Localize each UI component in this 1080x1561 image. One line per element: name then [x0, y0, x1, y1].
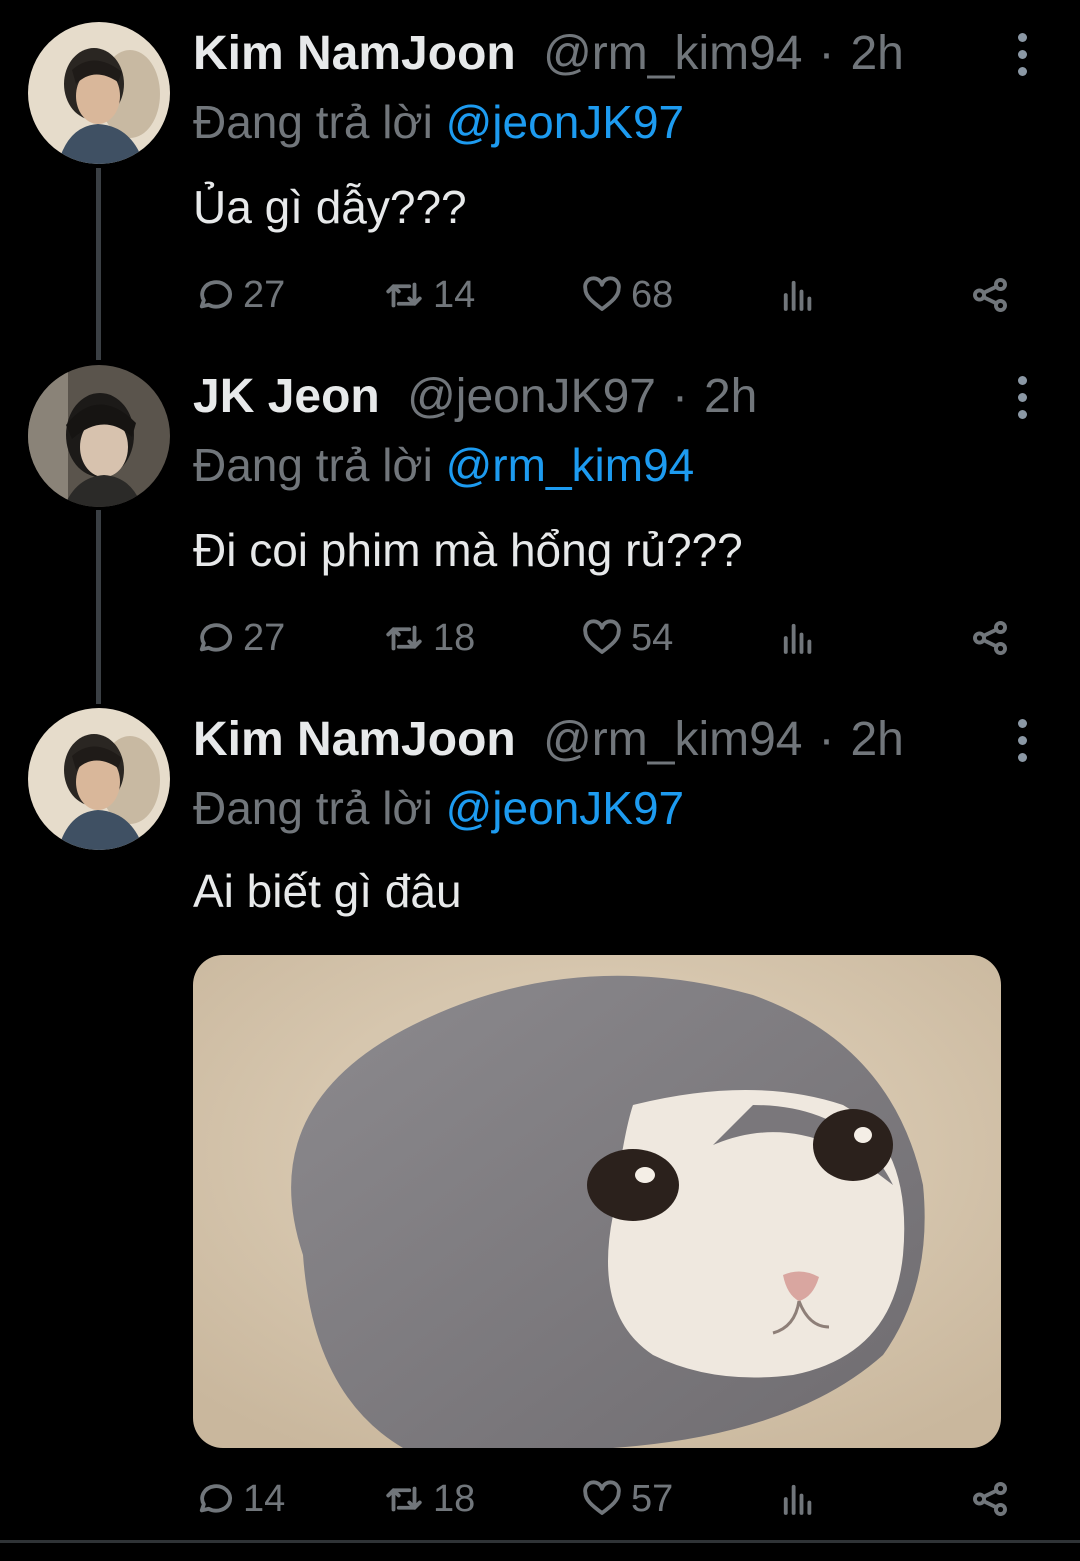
replying-to: Đang trả lời @jeonJK97	[193, 778, 684, 838]
like-count: 68	[631, 273, 674, 316]
retweet-button[interactable]: 14	[383, 270, 475, 320]
tweet[interactable]: Kim NamJoon @rm_kim94 · 2h Đang trả lời @j…	[0, 0, 1080, 340]
tweet-header: JK Jeon @jeonJK97 · 2h	[193, 367, 757, 427]
vertical-ellipsis-icon	[1017, 375, 1027, 385]
user-handle[interactable]: @rm_kim94	[543, 27, 802, 80]
like-count: 54	[631, 616, 674, 659]
retweet-button[interactable]: 18	[383, 613, 475, 663]
avatar[interactable]	[28, 22, 170, 164]
share-button[interactable]	[969, 270, 1011, 320]
vertical-ellipsis-icon	[1017, 718, 1027, 728]
more-options-button[interactable]	[1006, 24, 1038, 84]
tweet[interactable]: JK Jeon @jeonJK97 · 2h Đang trả lời @rm_ki…	[0, 343, 1080, 683]
analytics-bars-icon	[783, 280, 812, 311]
retweet-button[interactable]: 18	[383, 1474, 475, 1524]
views-button[interactable]	[777, 1474, 819, 1524]
share-button[interactable]	[969, 613, 1011, 663]
reply-button[interactable]: 27	[193, 613, 285, 663]
share-button[interactable]	[969, 1474, 1011, 1524]
more-options-button[interactable]	[1006, 710, 1038, 770]
retweet-icon	[386, 625, 422, 651]
analytics-bars-icon	[783, 623, 812, 654]
analytics-bars-icon	[783, 1484, 812, 1515]
like-button[interactable]: 54	[581, 613, 673, 663]
avatar[interactable]	[28, 708, 170, 850]
like-button[interactable]: 68	[581, 270, 673, 320]
like-button[interactable]: 57	[581, 1474, 673, 1524]
separator-dot: ·	[818, 27, 835, 80]
cat-photo	[193, 955, 1001, 1448]
replying-to: Đang trả lời @jeonJK97	[193, 92, 684, 152]
more-options-button[interactable]	[1006, 367, 1038, 427]
separator-dot: ·	[818, 713, 835, 766]
reply-count: 27	[243, 616, 286, 659]
divider	[0, 1540, 1080, 1543]
avatar-image	[28, 708, 170, 850]
tweet-actions: 27 18 54	[193, 613, 1023, 663]
display-name[interactable]: Kim NamJoon	[193, 713, 516, 766]
display-name[interactable]: Kim NamJoon	[193, 27, 516, 80]
display-name[interactable]: JK Jeon	[193, 370, 380, 423]
timestamp[interactable]: 2h	[704, 370, 757, 423]
share-nodes-icon	[973, 1482, 1007, 1516]
tweet-text: Ai biết gì đâu	[193, 865, 462, 917]
avatar-image	[28, 365, 170, 507]
reply-count: 27	[243, 273, 286, 316]
speech-bubble-icon	[199, 1484, 233, 1513]
tweet-text: Ủa gì dẫy???	[193, 181, 467, 233]
reply-button[interactable]: 14	[193, 1474, 285, 1524]
replying-to-label: Đang trả lời	[193, 439, 433, 491]
reply-mention-link[interactable]: @jeonJK97	[446, 96, 685, 148]
reply-mention-link[interactable]: @jeonJK97	[446, 782, 685, 834]
heart-icon	[583, 276, 621, 311]
user-handle[interactable]: @jeonJK97	[407, 370, 656, 423]
views-button[interactable]	[777, 270, 819, 320]
share-nodes-icon	[973, 621, 1007, 655]
speech-bubble-icon	[199, 623, 233, 652]
retweet-count: 18	[433, 616, 476, 659]
reply-button[interactable]: 27	[193, 270, 285, 320]
tweet-text: Đi coi phim mà hổng rủ???	[193, 524, 743, 576]
heart-icon	[583, 1480, 621, 1515]
avatar-image	[28, 22, 170, 164]
timestamp[interactable]: 2h	[850, 713, 903, 766]
vertical-ellipsis-icon	[1017, 32, 1027, 42]
reply-count: 14	[243, 1477, 286, 1520]
retweet-icon	[386, 282, 422, 308]
tweet-media-image[interactable]	[193, 955, 1001, 1448]
retweet-count: 18	[433, 1477, 476, 1520]
tweet-actions: 14 18 57	[193, 1474, 1023, 1524]
retweet-count: 14	[433, 273, 476, 316]
reply-mention-link[interactable]: @rm_kim94	[446, 439, 695, 491]
timestamp[interactable]: 2h	[850, 27, 903, 80]
tweet-actions: 27 14 68	[193, 270, 1023, 320]
heart-icon	[583, 619, 621, 654]
replying-to-label: Đang trả lời	[193, 96, 433, 148]
user-handle[interactable]: @rm_kim94	[543, 713, 802, 766]
like-count: 57	[631, 1477, 674, 1520]
speech-bubble-icon	[199, 280, 233, 309]
views-button[interactable]	[777, 613, 819, 663]
tweet[interactable]: Kim NamJoon @rm_kim94 · 2h Đang trả lời @j…	[0, 686, 1080, 1536]
share-nodes-icon	[973, 278, 1007, 312]
tweet-header: Kim NamJoon @rm_kim94 · 2h	[193, 24, 904, 84]
separator-dot: ·	[671, 370, 688, 423]
replying-to-label: Đang trả lời	[193, 782, 433, 834]
replying-to: Đang trả lời @rm_kim94	[193, 435, 694, 495]
tweet-header: Kim NamJoon @rm_kim94 · 2h	[193, 710, 904, 770]
retweet-icon	[386, 1486, 422, 1512]
avatar[interactable]	[28, 365, 170, 507]
